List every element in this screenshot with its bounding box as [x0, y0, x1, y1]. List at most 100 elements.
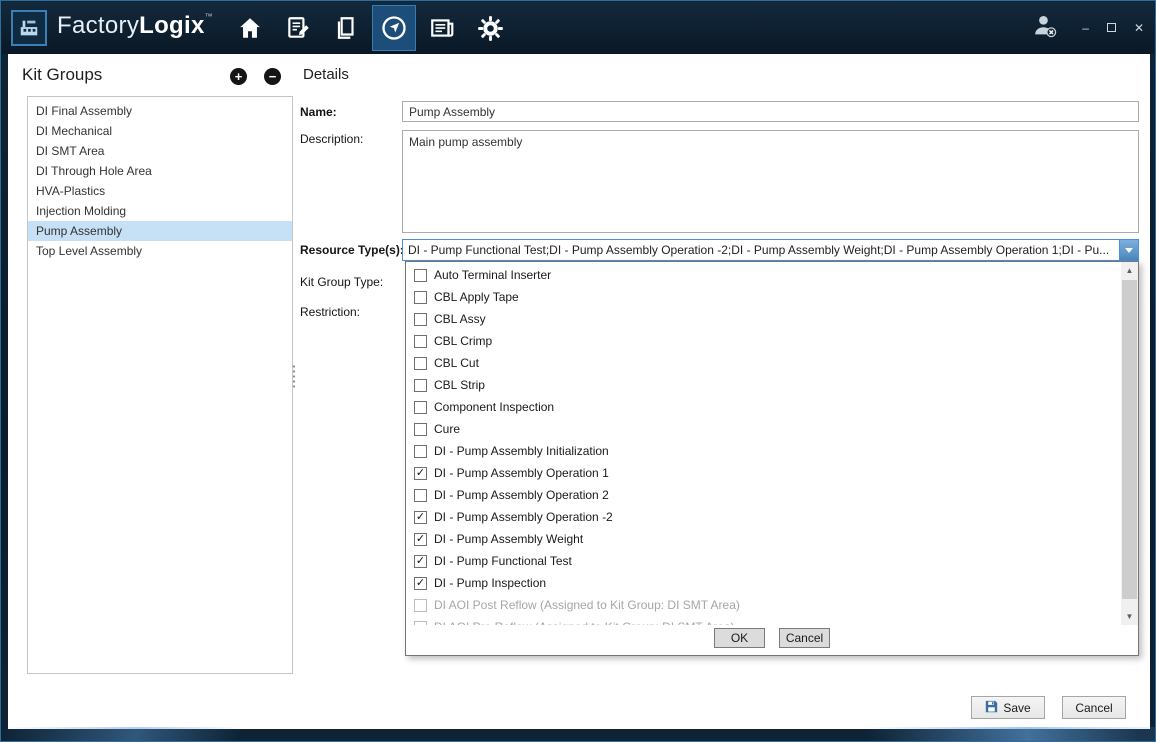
- resource-type-option: DI AOI Pre Reflow (Assigned to Kit Group…: [406, 616, 1121, 625]
- resource-type-option[interactable]: CBL Apply Tape: [406, 286, 1121, 308]
- resource-type-option[interactable]: ✓DI - Pump Inspection: [406, 572, 1121, 594]
- checkbox-checked-icon[interactable]: ✓: [414, 577, 427, 590]
- save-button[interactable]: Save: [971, 696, 1045, 719]
- name-input[interactable]: [402, 101, 1139, 122]
- resource-type-option[interactable]: ✓ DI - Pump Functional Test: [406, 550, 1121, 572]
- resource-type-option[interactable]: DI - Pump Assembly Initialization: [406, 440, 1121, 462]
- kit-group-item[interactable]: DI Final Assembly: [28, 101, 292, 121]
- resource-type-option[interactable]: CBL Crimp: [406, 330, 1121, 352]
- resource-type-option-label: DI - Pump Assembly Operation -2: [434, 510, 613, 524]
- kit-group-item[interactable]: Top Level Assembly: [28, 241, 292, 261]
- settings-gear-icon[interactable]: [468, 5, 512, 51]
- minimize-button[interactable]: –: [1082, 22, 1089, 34]
- scroll-down-icon[interactable]: ▼: [1121, 608, 1138, 625]
- resource-type-option-label: DI - Pump Functional Test: [434, 554, 572, 568]
- resource-type-option[interactable]: ✓ DI - Pump Assembly Weight: [406, 528, 1121, 550]
- popup-cancel-button[interactable]: Cancel: [779, 628, 830, 648]
- resource-type-dropdown-popup: Auto Terminal Inserter CBL Apply Tape CBL …: [405, 261, 1139, 656]
- resource-type-options: Auto Terminal Inserter CBL Apply Tape CBL …: [406, 262, 1138, 625]
- kit-group-type-label: Kit Group Type:: [300, 275, 383, 289]
- save-button-label: Save: [1003, 701, 1030, 715]
- checkbox-checked-icon[interactable]: ✓: [414, 555, 427, 568]
- resource-type-option: DI AOI Post Reflow (Assigned to Kit Grou…: [406, 594, 1121, 616]
- resource-type-option[interactable]: CBL Assy: [406, 308, 1121, 330]
- checkbox-unchecked-icon[interactable]: [414, 445, 427, 458]
- resource-type-value: DI - Pump Functional Test;DI - Pump Asse…: [403, 240, 1119, 260]
- checkbox-unchecked-icon[interactable]: [414, 489, 427, 502]
- kit-group-item[interactable]: DI SMT Area: [28, 141, 292, 161]
- cancel-button-label: Cancel: [1075, 701, 1112, 715]
- resource-type-option-label: DI - Pump Assembly Initialization: [434, 444, 609, 458]
- popup-scrollbar[interactable]: ▲ ▼: [1121, 262, 1138, 625]
- main-nav: [228, 4, 512, 52]
- kit-group-item[interactable]: Pump Assembly: [28, 221, 292, 241]
- kit-groups-title: Kit Groups: [22, 65, 102, 85]
- remove-kit-group-button[interactable]: −: [264, 68, 281, 85]
- resource-type-option-label: CBL Cut: [434, 356, 479, 370]
- resource-type-option[interactable]: CBL Cut: [406, 352, 1121, 374]
- chevron-down-icon: [1125, 248, 1133, 253]
- home-icon[interactable]: [228, 5, 272, 51]
- checkbox-unchecked-icon[interactable]: [414, 291, 427, 304]
- user-account-icon[interactable]: [1031, 12, 1058, 44]
- checkbox-checked-icon[interactable]: ✓: [414, 467, 427, 480]
- brand-factory: Factory: [57, 12, 139, 39]
- work-instructions-icon[interactable]: [276, 5, 320, 51]
- checkbox-unchecked-icon: [414, 599, 427, 612]
- app-window: FactoryLogix™: [0, 0, 1156, 742]
- app-brand: FactoryLogix™: [57, 12, 213, 40]
- kit-groups-list[interactable]: DI Final AssemblyDI MechanicalDI SMT Are…: [27, 96, 293, 674]
- kit-group-item[interactable]: DI Through Hole Area: [28, 161, 292, 181]
- kit-group-item[interactable]: DI Mechanical: [28, 121, 292, 141]
- scrollbar-thumb[interactable]: [1122, 280, 1137, 599]
- resource-type-option-label: Component Inspection: [434, 400, 554, 414]
- resource-type-option-label: DI - Pump Assembly Operation 1: [434, 466, 609, 480]
- resource-type-option-label: DI - Pump Assembly Operation 2: [434, 488, 609, 502]
- popup-button-row: OK Cancel: [406, 625, 1138, 655]
- resource-type-option[interactable]: Component Inspection: [406, 396, 1121, 418]
- panel-splitter-handle[interactable]: [292, 364, 296, 390]
- checkbox-checked-icon[interactable]: ✓: [414, 511, 427, 524]
- kit-group-item[interactable]: HVA-Plastics: [28, 181, 292, 201]
- save-floppy-icon: [985, 700, 998, 716]
- brand-trademark: ™: [205, 12, 213, 21]
- resource-type-option[interactable]: Cure: [406, 418, 1121, 440]
- checkbox-unchecked-icon[interactable]: [414, 379, 427, 392]
- checkbox-unchecked-icon[interactable]: [414, 269, 427, 282]
- checkbox-unchecked-icon[interactable]: [414, 423, 427, 436]
- name-label: Name:: [300, 105, 337, 119]
- resource-type-option[interactable]: ✓ DI - Pump Assembly Operation -2: [406, 506, 1121, 528]
- cancel-button[interactable]: Cancel: [1062, 696, 1126, 719]
- maximize-button[interactable]: [1107, 19, 1116, 37]
- description-input[interactable]: Main pump assembly: [402, 130, 1139, 233]
- main-content: Kit Groups + − DI Final AssemblyDI Mecha…: [8, 54, 1150, 729]
- bottom-band-streak-right: [835, 727, 1155, 741]
- news-icon[interactable]: [420, 5, 464, 51]
- resource-type-option[interactable]: Auto Terminal Inserter: [406, 264, 1121, 286]
- checkbox-unchecked-icon[interactable]: [414, 313, 427, 326]
- checkbox-unchecked-icon[interactable]: [414, 401, 427, 414]
- popup-ok-button[interactable]: OK: [714, 628, 765, 648]
- resource-type-option-label: DI AOI Post Reflow (Assigned to Kit Grou…: [434, 598, 740, 612]
- navigator-icon[interactable]: [372, 5, 416, 51]
- restriction-label: Restriction:: [300, 305, 360, 319]
- kitting-icon[interactable]: [324, 5, 368, 51]
- checkbox-unchecked-icon: [414, 621, 427, 626]
- checkbox-unchecked-icon[interactable]: [414, 335, 427, 348]
- description-label: Description:: [300, 132, 363, 146]
- resource-type-combobox[interactable]: DI - Pump Functional Test;DI - Pump Asse…: [402, 239, 1139, 261]
- add-kit-group-button[interactable]: +: [230, 68, 247, 85]
- close-button[interactable]: ✕: [1134, 22, 1144, 34]
- resource-type-option-label: DI - Pump Assembly Weight: [434, 532, 583, 546]
- checkbox-checked-icon[interactable]: ✓: [414, 533, 427, 546]
- resource-type-option-label: CBL Apply Tape: [434, 290, 519, 304]
- resource-type-option[interactable]: DI - Pump Assembly Operation 2: [406, 484, 1121, 506]
- resource-type-dropdown-button[interactable]: [1119, 240, 1138, 260]
- resource-type-option[interactable]: CBL Strip: [406, 374, 1121, 396]
- resource-type-option[interactable]: ✓ DI - Pump Assembly Operation 1: [406, 462, 1121, 484]
- scroll-up-icon[interactable]: ▲: [1121, 262, 1138, 279]
- brand-logix: Logix: [139, 12, 205, 39]
- checkbox-unchecked-icon[interactable]: [414, 357, 427, 370]
- resource-type-label: Resource Type(s):: [300, 243, 404, 257]
- kit-group-item[interactable]: Injection Molding: [28, 201, 292, 221]
